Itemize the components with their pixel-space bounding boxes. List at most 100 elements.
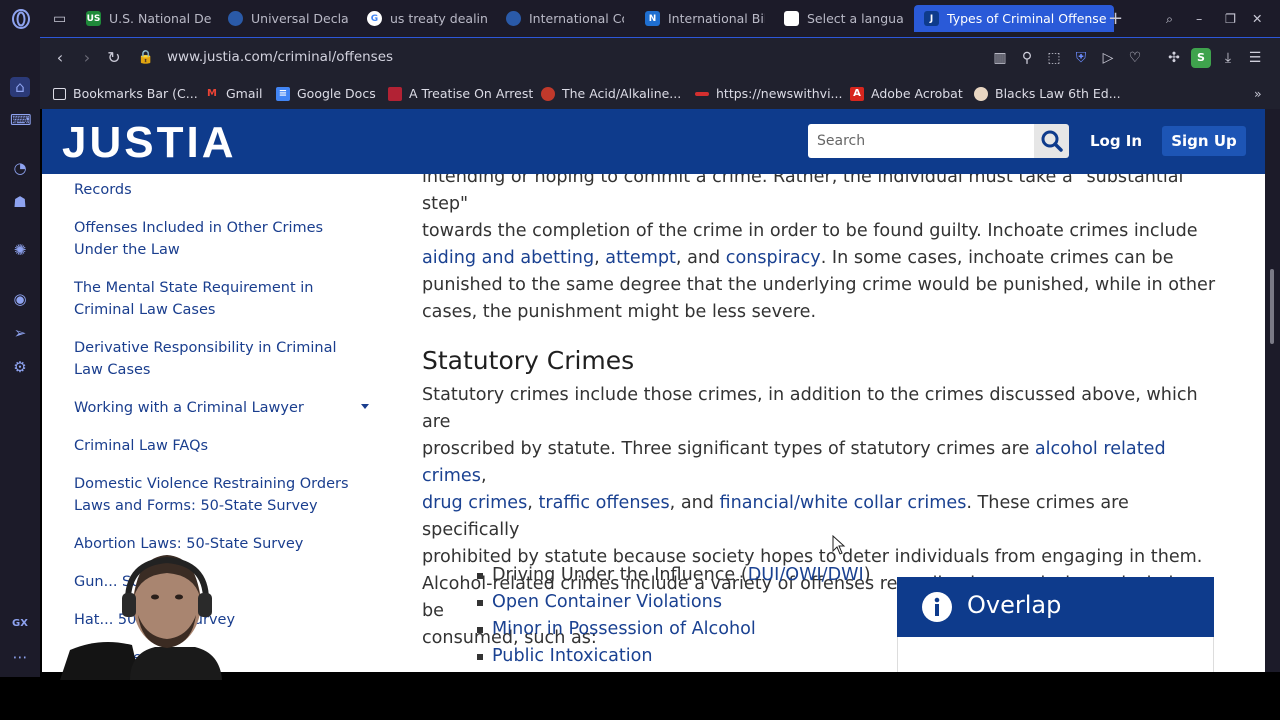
extensions-icon[interactable]: ✣ xyxy=(1164,48,1184,68)
link-public-intoxication[interactable]: Public Intoxication xyxy=(492,646,653,666)
store-icon[interactable]: ☗ xyxy=(10,192,30,212)
scroll-thumb[interactable] xyxy=(1270,269,1274,344)
link-open-container[interactable]: Open Container Violations xyxy=(492,592,722,612)
list-item: Open Container Violations xyxy=(477,589,871,616)
tab-title: us treaty dealing xyxy=(390,11,487,26)
nav-link[interactable]: Offenses Included in Other Crimes Under … xyxy=(74,217,359,261)
nav-link-working-with-lawyer[interactable]: Working with a Criminal Lawyer xyxy=(74,397,359,419)
chevron-down-icon[interactable] xyxy=(359,403,371,411)
tab-international-bill[interactable]: N International Bill xyxy=(645,5,765,32)
tab-universal-declaration[interactable]: Universal Declar xyxy=(228,5,348,32)
pin-icon[interactable]: ⚲ xyxy=(1017,48,1037,68)
play-icon[interactable]: ▷ xyxy=(1098,48,1118,68)
docs-icon: ≡ xyxy=(276,86,290,101)
bookmark-icon xyxy=(695,91,709,96)
tab-title: Select a languag xyxy=(807,11,904,26)
speed-icon[interactable]: ◔ xyxy=(10,158,30,178)
link-drug-crimes[interactable]: drug crimes xyxy=(422,493,527,513)
article-text: aiding and abetting, attempt, and conspi… xyxy=(422,248,1174,268)
link-aiding-abetting[interactable]: aiding and abetting xyxy=(422,248,594,268)
tab-select-language[interactable]: Select a languag xyxy=(784,5,904,32)
more-icon[interactable]: ⋯ xyxy=(10,647,30,667)
article-text: Statutory crimes include those crimes, i… xyxy=(422,385,1198,432)
login-button[interactable]: Log In xyxy=(1082,126,1150,156)
signup-button[interactable]: Sign Up xyxy=(1162,126,1246,156)
bookmark-bookmarks-bar[interactable]: Bookmarks Bar (C... xyxy=(53,84,198,103)
search-icon xyxy=(1041,130,1063,152)
search-button[interactable] xyxy=(1034,124,1069,158)
back-icon[interactable]: ‹ xyxy=(50,48,70,68)
heart-icon[interactable]: ♡ xyxy=(1125,48,1145,68)
bookmark-newswithviews[interactable]: https://newswithvi... xyxy=(695,84,842,103)
link-financial-crimes[interactable]: financial/white collar crimes xyxy=(720,493,967,513)
nav-link[interactable]: Records xyxy=(74,179,359,201)
article-text: proscribed by statute. Three significant… xyxy=(422,439,1166,486)
reader-icon[interactable]: ▥ xyxy=(990,48,1010,68)
tab-title: International Co xyxy=(529,11,624,26)
nav-link[interactable]: Criminal Law FAQs xyxy=(74,435,359,457)
maximize-icon[interactable]: ❐ xyxy=(1225,5,1239,32)
bookmark-icon xyxy=(974,86,988,101)
un-icon xyxy=(506,11,521,26)
download-icon[interactable]: ⤓ xyxy=(1218,48,1238,68)
webcam-overlay xyxy=(60,545,275,680)
send-icon[interactable]: ➢ xyxy=(10,323,30,343)
link-attempt[interactable]: attempt xyxy=(605,248,676,268)
bookmark-icon xyxy=(541,86,555,101)
nav-link[interactable]: Domestic Violence Restraining Orders Law… xyxy=(74,473,359,517)
tab-types-of-criminal-offenses[interactable]: J Types of Criminal Offense xyxy=(914,5,1114,32)
tab-us-national[interactable]: US U.S. National De xyxy=(86,5,211,32)
settings-icon[interactable]: ⚙ xyxy=(10,357,30,377)
url-field[interactable]: www.justia.com/criminal/offenses xyxy=(167,49,393,65)
link-dui[interactable]: DUI/OWI/DWI xyxy=(748,565,864,585)
justia-logo[interactable]: JUSTIA xyxy=(62,118,236,168)
forward-icon[interactable]: › xyxy=(77,48,97,68)
bookmark-gmail[interactable]: M Gmail xyxy=(205,84,262,103)
tab-us-treaty[interactable]: G us treaty dealing xyxy=(367,5,487,32)
browser-tab-bar: ▭ US U.S. National De Universal Declar G… xyxy=(0,0,1280,37)
bookmark-google-docs[interactable]: ≡ Google Docs xyxy=(276,84,376,103)
link-minor-possession[interactable]: Minor in Possession of Alcohol xyxy=(492,619,756,639)
minimize-icon[interactable]: – xyxy=(1196,5,1210,32)
bookmark-acid-alkaline[interactable]: The Acid/Alkaline... xyxy=(541,84,681,103)
menu-icon[interactable]: ☰ xyxy=(1245,48,1265,68)
callout-title: Overlap xyxy=(967,591,1062,619)
list-item: Driving Under the Influence (DUI/OWI/DWI… xyxy=(477,562,871,589)
bullet-list: Driving Under the Influence (DUI/OWI/DWI… xyxy=(477,562,871,670)
info-icon xyxy=(922,592,952,622)
gx-label[interactable]: GX xyxy=(10,614,30,634)
gmail-icon: M xyxy=(207,87,217,99)
profile-avatar[interactable]: S xyxy=(1191,48,1211,68)
person-webcam-image xyxy=(60,555,222,680)
music-icon[interactable]: ◉ xyxy=(10,289,30,309)
bookmarks-overflow-icon[interactable]: » xyxy=(1254,84,1262,103)
page-scrollbar[interactable] xyxy=(1265,109,1280,672)
ai-icon[interactable]: ✺ xyxy=(10,240,30,260)
reload-icon[interactable]: ↻ xyxy=(104,48,124,68)
link-traffic-offenses[interactable]: traffic offenses xyxy=(538,493,669,513)
bookmark-treatise-on-arrest[interactable]: A Treatise On Arrest xyxy=(388,84,533,103)
search-input[interactable]: Search xyxy=(808,124,1034,158)
tab-title: U.S. National De xyxy=(109,11,211,26)
article-text: punished to the same degree that the und… xyxy=(422,275,1216,295)
nav-link[interactable]: Derivative Responsibility in Criminal La… xyxy=(74,337,359,381)
lock-icon[interactable]: 🔒 xyxy=(136,48,156,68)
adblock-icon[interactable]: ⛨ xyxy=(1071,48,1091,68)
snapshot-icon[interactable]: ⬚ xyxy=(1044,48,1064,68)
close-window-icon[interactable]: ✕ xyxy=(1252,5,1266,32)
opera-logo-icon[interactable] xyxy=(11,9,31,29)
us-icon: US xyxy=(86,11,101,26)
search-tabs-icon[interactable]: ⌕ xyxy=(1166,5,1182,32)
tab-international-covenant[interactable]: International Co xyxy=(506,5,624,32)
bookmark-blacks-law[interactable]: Blacks Law 6th Ed... xyxy=(974,84,1121,103)
home-icon[interactable]: ⌂ xyxy=(10,77,30,97)
bookmark-adobe-acrobat[interactable]: A Adobe Acrobat xyxy=(850,84,963,103)
tab-strip-icon[interactable]: ▭ xyxy=(53,5,71,32)
site-header: JUSTIA Search Log In Sign Up xyxy=(42,109,1265,174)
link-conspiracy[interactable]: conspiracy xyxy=(726,248,821,268)
nav-link[interactable]: The Mental State Requirement in Criminal… xyxy=(74,277,359,321)
tab-title: Universal Declar xyxy=(251,11,348,26)
flag-icon xyxy=(388,86,402,101)
new-tab-button[interactable]: + xyxy=(1108,5,1124,32)
gamepad-icon[interactable]: ⌨ xyxy=(10,110,32,130)
